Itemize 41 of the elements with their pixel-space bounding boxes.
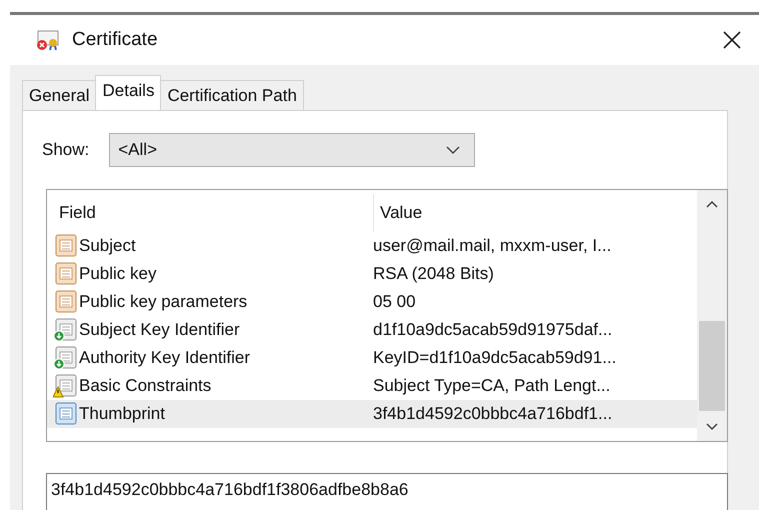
field-value: d1f10a9dc5acab59d91975daf...	[373, 320, 614, 340]
chevron-up-icon[interactable]	[706, 200, 718, 208]
download-document-icon	[53, 346, 79, 370]
field-name: Subject	[79, 236, 136, 256]
document-icon	[53, 234, 79, 258]
scrollbar[interactable]	[697, 190, 727, 441]
field-name: Public key	[79, 264, 156, 284]
list-row[interactable]: Thumbprint 3f4b1d4592c0bbbc4a716bdf1...	[47, 400, 697, 428]
list-row[interactable]: Subject user@mail.mail, mxxm-user, I...	[47, 232, 697, 260]
document-icon	[53, 262, 79, 286]
document-icon	[53, 290, 79, 314]
list-row[interactable]: Authority Key Identifier KeyID=d1f10a9dc5acab59d91...	[47, 344, 697, 372]
window-title: Certificate	[72, 29, 159, 51]
field-value: RSA (2048 Bits)	[373, 264, 495, 284]
field-value: 05 00	[373, 292, 417, 312]
field-name: Thumbprint	[79, 404, 165, 424]
show-dropdown[interactable]: <All>	[109, 133, 476, 167]
download-document-icon	[53, 318, 79, 342]
value-text-box[interactable]: 3f4b1d4592c0bbbc4a716bdf1f3806adfbe8b8a6	[46, 473, 728, 510]
show-label: Show:	[42, 140, 90, 160]
list-row[interactable]: Basic Constraints Subject Type=CA, Path Lengt...	[47, 372, 697, 400]
tab[interactable]: Certification Path	[160, 80, 304, 110]
tab[interactable]: General	[22, 80, 96, 110]
field-name: Public key parameters	[79, 292, 248, 312]
field-value: 3f4b1d4592c0bbbc4a716bdf1...	[373, 404, 614, 424]
document-icon	[53, 402, 79, 426]
field-name: Subject Key Identifier	[79, 320, 240, 340]
list-row[interactable]: Public key parameters 05 00	[47, 288, 697, 316]
chevron-down-icon	[446, 146, 460, 154]
tab[interactable]: Details	[95, 75, 162, 110]
column-header[interactable]: Field	[47, 203, 373, 223]
field-value: Subject Type=CA, Path Lengt...	[373, 376, 612, 396]
list-row[interactable]: Public key RSA (2048 Bits)	[47, 260, 697, 288]
field-value: user@mail.mail, mxxm-user, I...	[373, 236, 612, 256]
field-value: KeyID=d1f10a9dc5acab59d91...	[373, 348, 618, 368]
warning-document-icon	[53, 374, 79, 398]
close-icon[interactable]	[723, 31, 741, 49]
field-name: Basic Constraints	[79, 376, 212, 396]
chevron-down-icon[interactable]	[706, 423, 718, 431]
field-name: Authority Key Identifier	[79, 348, 250, 368]
list-row[interactable]: Subject Key Identifier d1f10a9dc5acab59d91975daf...	[47, 316, 697, 344]
